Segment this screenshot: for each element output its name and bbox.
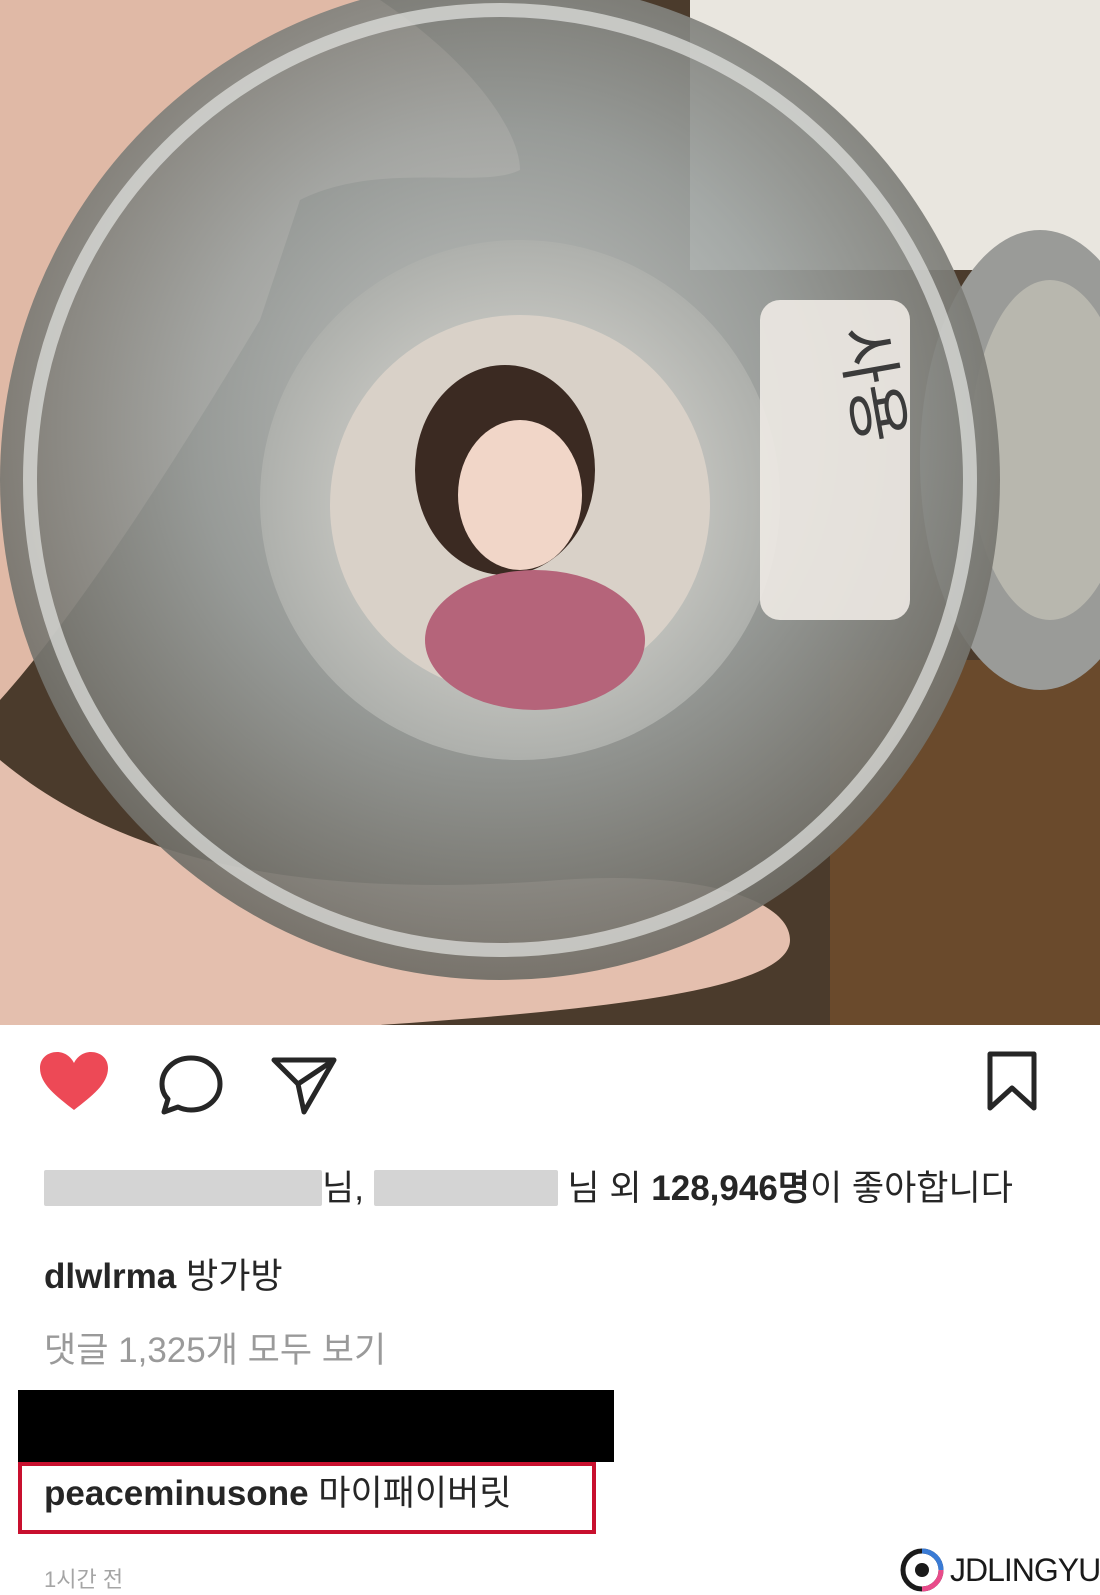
comment-text: 마이패이버릿 [318, 1474, 512, 1513]
likes-tail: 이 좋아합니다 [809, 1169, 1013, 1208]
post-caption: dlwlrma 방가방 [44, 1255, 283, 1299]
action-bar [0, 1050, 1100, 1130]
watermark-text: JDLINGYU [950, 1551, 1100, 1588]
redacted-comment [18, 1390, 614, 1462]
comment-username[interactable]: peaceminusone [44, 1474, 309, 1513]
caption-text: 방가방 [186, 1257, 283, 1296]
likes-suffix-1: 님, [322, 1169, 364, 1208]
comment-icon[interactable] [156, 1054, 226, 1121]
likes-summary: 님, 님 외 128,946명이 좋아합니다 [44, 1165, 1054, 1213]
blurred-username [373, 1170, 558, 1206]
view-comments-link[interactable]: 댓글 1,325개 모두 보기 [44, 1322, 386, 1373]
caption-username[interactable]: dlwlrma [44, 1257, 176, 1296]
blurred-username [44, 1170, 322, 1206]
post-photo[interactable]: 사용 [0, 0, 1100, 1025]
share-icon[interactable] [270, 1054, 340, 1121]
likes-count[interactable]: 128,946명 [651, 1169, 810, 1208]
bookmark-icon[interactable] [984, 1050, 1040, 1117]
likes-suffix-2: 님 외 [567, 1169, 642, 1208]
post-timestamp: 1시간 전 [44, 1567, 124, 1592]
heart-icon[interactable] [38, 1050, 110, 1119]
watermark: JDLINGYU [900, 1548, 1100, 1592]
soju-glass-photo: 사용 [0, 0, 1100, 1025]
highlighted-comment: peaceminusone 마이패이버릿 [44, 1472, 511, 1516]
watermark-logo-icon [900, 1548, 944, 1592]
